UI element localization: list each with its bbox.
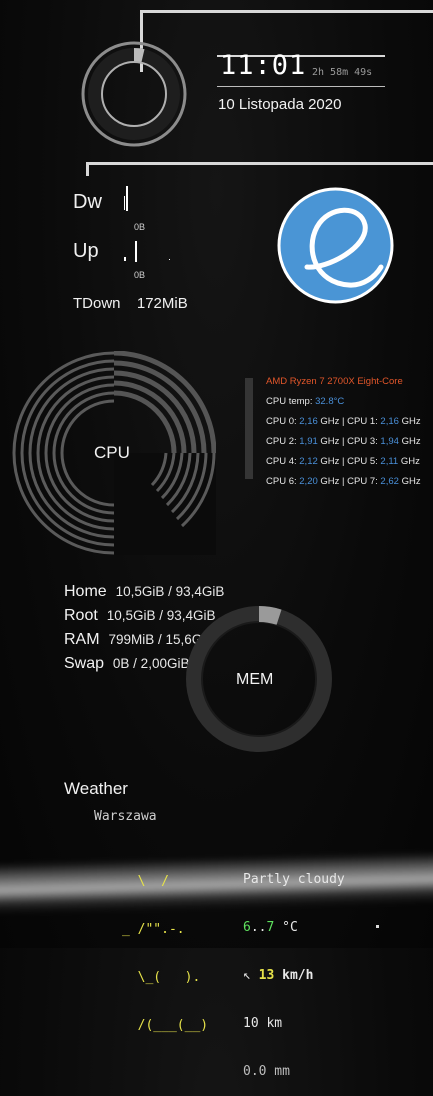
core-label: CPU 4:	[266, 456, 297, 467]
net-frame-horizontal	[86, 162, 433, 165]
weather-temp: 6..7 °C	[243, 920, 345, 936]
clock-divider	[217, 86, 385, 87]
core-unit: GHz	[400, 456, 420, 467]
core-unit: GHz	[401, 436, 421, 447]
core-unit: GHz	[320, 476, 340, 487]
total-down-label: TDown	[73, 295, 121, 312]
core-freq: 2,12	[299, 456, 318, 467]
total-down-value: 172MiB	[136, 295, 188, 312]
cpu-panel-bar	[245, 378, 253, 479]
corner-dot	[376, 925, 379, 928]
weather-art-line: \_( ).	[122, 970, 201, 985]
disk-value: 0B / 2,00GiB	[112, 656, 190, 671]
cpu-label: CPU	[94, 443, 130, 462]
weather-title: Weather	[64, 779, 128, 798]
cpu-core-row: CPU 2: 1,91 GHz | CPU 3: 1,94 GHz	[266, 432, 421, 452]
temp-sep: ..	[250, 920, 267, 935]
up-value: 0B	[134, 270, 146, 280]
cpu-model: AMD Ryzen 7 2700X Eight-Core	[266, 376, 403, 387]
down-graph-bar	[121, 186, 128, 211]
clock-ring	[81, 41, 187, 147]
cpu-core-row: CPU 0: 2,16 GHz | CPU 1: 2,16 GHz	[266, 412, 421, 432]
weather-details: Partly cloudy 6..7 °C ↖ 13 km/h 10 km 0.…	[243, 840, 345, 1096]
cpu-temp: CPU temp: 32.8°C	[266, 392, 421, 412]
core-label: CPU 1:	[347, 416, 378, 427]
core-freq: 2,16	[380, 416, 399, 427]
core-unit: GHz	[320, 416, 340, 427]
date: 10 Listopada 2020	[218, 96, 342, 113]
weather-condition: Partly cloudy	[243, 872, 345, 887]
weather-visibility: 10 km	[243, 1016, 283, 1031]
core-label: CPU 6:	[266, 476, 297, 487]
weather-art-line: _ /"".-.	[122, 922, 185, 937]
down-value: 0B	[134, 222, 146, 232]
total-down: TDown 172MiB	[73, 295, 188, 312]
core-freq: 2,62	[380, 476, 399, 487]
core-freq: 1,91	[299, 436, 318, 447]
uptime: 2h 58m 49s	[312, 67, 373, 78]
core-sep: |	[342, 416, 345, 427]
core-unit: GHz	[320, 436, 340, 447]
mem-label: MEM	[236, 671, 274, 688]
core-label: CPU 0:	[266, 416, 297, 427]
weather-city: Warszawa	[94, 809, 157, 824]
disk-label: Home	[64, 583, 107, 600]
wind-speed: 13	[258, 968, 275, 983]
weather-art-line: \ /	[122, 874, 169, 889]
core-label: CPU 7:	[347, 476, 378, 487]
disk-row-home: Home 10,5GiB / 93,4GiB	[64, 583, 224, 607]
disk-label: RAM	[64, 631, 100, 648]
core-freq: 2,11	[380, 456, 399, 467]
elementary-os-logo-icon	[277, 187, 394, 304]
wind-arrow-icon: ↖	[243, 968, 251, 983]
core-freq: 2,16	[299, 416, 318, 427]
up-graph-bar	[121, 237, 171, 262]
weather-precip: 0.0 mm	[243, 1064, 290, 1079]
core-sep: |	[342, 476, 345, 487]
core-sep: |	[342, 456, 345, 467]
clock-time: 11:01	[220, 50, 307, 81]
cpu-core-row: CPU 6: 2,20 GHz | CPU 7: 2,62 GHz	[266, 472, 421, 492]
weather-art-line: /(___(__)	[122, 1018, 209, 1033]
weather-wind: ↖ 13 km/h	[243, 968, 345, 984]
disk-label: Swap	[64, 655, 105, 672]
core-sep: |	[342, 436, 345, 447]
cpu-info-panel: AMD Ryzen 7 2700X Eight-Core CPU temp: 3…	[266, 372, 421, 492]
core-label: CPU 3:	[347, 436, 378, 447]
disk-value: 10,5GiB / 93,4GiB	[115, 584, 225, 599]
core-unit: GHz	[401, 416, 421, 427]
core-label: CPU 5:	[347, 456, 378, 467]
wind-unit: km/h	[282, 968, 314, 983]
core-unit: GHz	[401, 476, 421, 487]
core-unit: GHz	[320, 456, 340, 467]
temp-low: 6	[243, 920, 251, 935]
cpu-core-row: CPU 4: 2,12 GHz | CPU 5: 2,11 GHz	[266, 452, 421, 472]
core-freq: 1,94	[380, 436, 399, 447]
weather-art: \ / _ /"".-. \_( ). /(___(__)	[122, 842, 208, 1050]
up-label: Up	[73, 240, 99, 262]
top-frame-horizontal	[140, 10, 433, 13]
background-light-streak	[0, 851, 433, 915]
disk-label: Root	[64, 607, 98, 624]
cpu-temp-label: CPU temp:	[266, 396, 313, 407]
temp-unit: °C	[274, 920, 298, 935]
core-label: CPU 2:	[266, 436, 297, 447]
down-label: Dw	[73, 191, 102, 213]
core-freq: 2,20	[299, 476, 318, 487]
cpu-temp-value: 32.8°C	[315, 396, 345, 407]
